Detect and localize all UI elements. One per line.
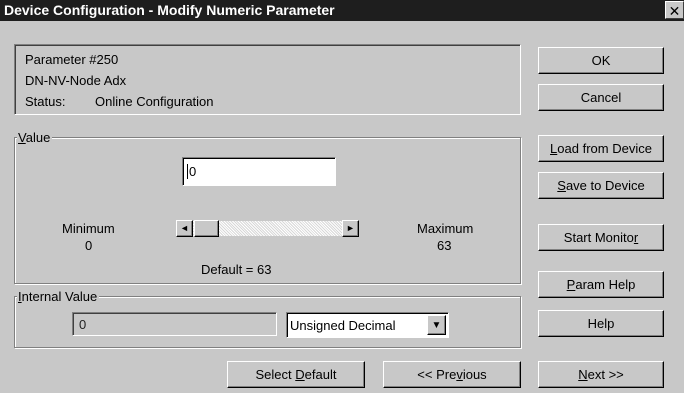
minimum-value: 0 <box>85 238 93 253</box>
slider-right-button[interactable]: ► <box>342 220 359 237</box>
help-button[interactable]: Help <box>538 310 664 337</box>
title-bar[interactable]: Device Configuration - Modify Numeric Pa… <box>0 0 684 21</box>
status-value: Online Configuration <box>95 94 214 109</box>
internal-value-legend: Internal Value <box>17 289 100 304</box>
close-icon: ✕ <box>668 3 681 19</box>
load-from-device-button[interactable]: Load from Device <box>538 135 664 162</box>
select-default-button[interactable]: Select Default <box>227 361 365 388</box>
internal-value-field: 0 <box>72 312 277 336</box>
arrow-left-icon: ◄ <box>180 223 189 233</box>
format-select[interactable]: Unsigned Decimal ▼ <box>286 312 449 338</box>
start-monitor-button[interactable]: Start Monitor <box>538 224 664 251</box>
format-selected: Unsigned Decimal <box>290 317 396 333</box>
next-button[interactable]: Next >> <box>538 361 664 388</box>
close-button[interactable]: ✕ <box>665 1 684 19</box>
param-help-button[interactable]: Param Help <box>538 271 664 298</box>
maximum-label: Maximum <box>417 221 474 236</box>
arrow-right-icon: ► <box>346 223 355 233</box>
chevron-down-icon[interactable]: ▼ <box>427 315 446 335</box>
previous-button[interactable]: << Previous <box>383 361 521 388</box>
status-label: Status: <box>25 94 66 109</box>
maximum-value: 63 <box>437 238 452 253</box>
minimum-label: Minimum <box>62 221 115 236</box>
value-slider-thumb[interactable] <box>194 220 219 237</box>
ok-button[interactable]: OK <box>538 47 664 74</box>
value-input[interactable]: 0 <box>182 157 336 186</box>
parameter-name: DN-NV-Node Adx <box>25 73 127 88</box>
parameter-number: Parameter #250 <box>25 52 119 67</box>
default-value-text: Default = 63 <box>201 262 272 277</box>
parameter-info-panel: Parameter #250 DN-NV-Node Adx Status: On… <box>14 44 521 115</box>
value-group-legend: Value <box>17 130 53 145</box>
slider-left-button[interactable]: ◄ <box>176 220 193 237</box>
save-to-device-button[interactable]: Save to Device <box>538 172 664 199</box>
dialog-window: Device Configuration - Modify Numeric Pa… <box>0 0 684 393</box>
window-title: Device Configuration - Modify Numeric Pa… <box>4 2 335 18</box>
cancel-button[interactable]: Cancel <box>538 84 664 111</box>
